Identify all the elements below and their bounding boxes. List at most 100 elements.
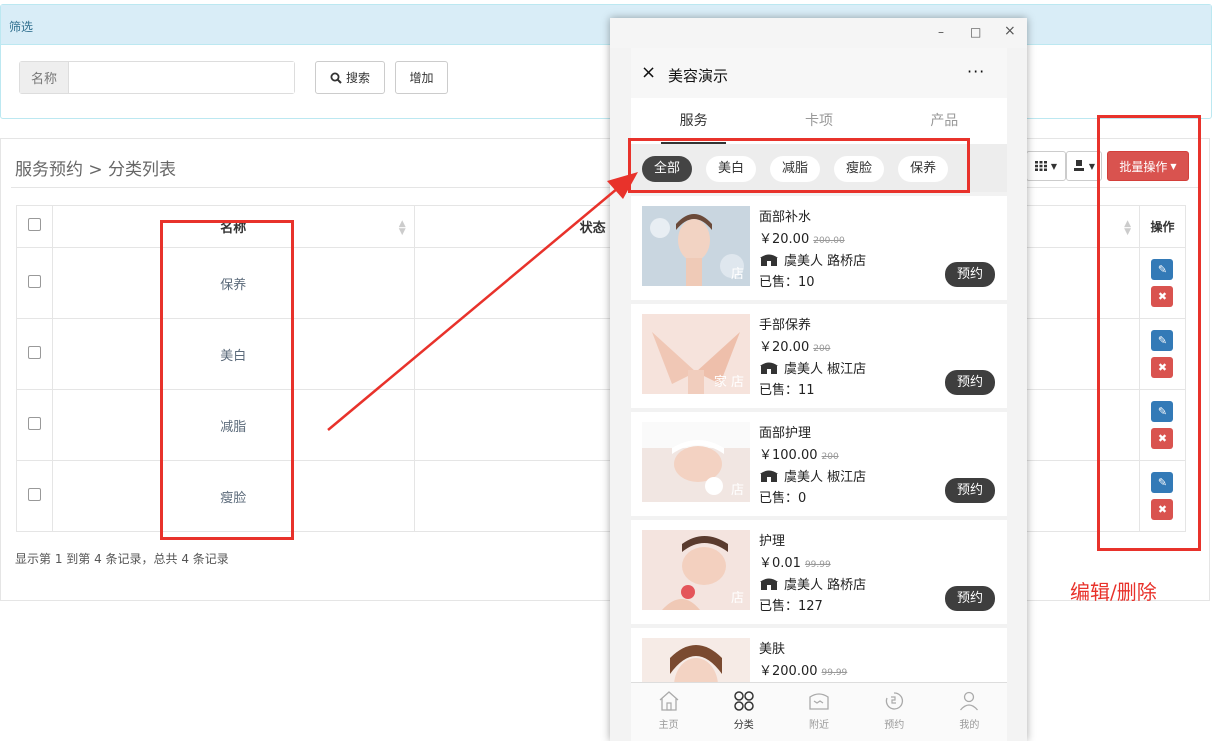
chevron-down-icon: ▼ [1170, 161, 1177, 171]
edit-icon[interactable]: ✎ [1151, 330, 1174, 351]
more-icon[interactable]: ··· [967, 62, 985, 81]
search-icon [330, 72, 342, 84]
export-button[interactable]: ▼ [1066, 151, 1102, 181]
row-name: 保养 [51, 247, 415, 319]
window-maximize-button[interactable]: □ [970, 25, 981, 39]
name-filter-group: 名称 [19, 61, 295, 94]
tab-services[interactable]: 服务 [631, 98, 756, 144]
delete-icon[interactable]: ✖ [1151, 357, 1174, 378]
window-minimize-button[interactable]: – [938, 25, 944, 39]
category-chip-all[interactable]: 全部 [642, 156, 693, 182]
edit-icon[interactable]: ✎ [1151, 472, 1174, 493]
service-name: 面部护理 [759, 426, 812, 441]
edit-icon[interactable]: ✎ [1151, 401, 1174, 422]
row-name: 瘦脸 [51, 460, 415, 532]
book-button[interactable]: 预约 [945, 478, 995, 503]
list-panel: 服务预约 > 分类列表 ▼ ▼ 批量操作 ▼ 名称 ▲ ▼ 状态 ▲ ▼ 操作 … [0, 138, 1210, 601]
miniprogram-navbar: × 美容演示 ··· [631, 48, 1007, 98]
column-header-operation: 操作 [1138, 205, 1187, 248]
service-card[interactable]: 店 面部补水 ￥20.00 200.00 虞美人 路桥店 已售：10 预约 [631, 196, 1007, 300]
select-all-checkbox[interactable] [27, 218, 41, 231]
tab-products[interactable]: 产品 [882, 98, 1007, 144]
service-sold: 已售：0 [759, 491, 807, 506]
original-price: 200 [813, 344, 831, 354]
bottom-tabbar: 主页 分类 附近 预约 我的 [631, 682, 1007, 741]
batch-operations-label: 批量操作 [1119, 159, 1168, 174]
breadcrumb: 服务预约 > 分类列表 [15, 160, 177, 180]
original-price: 200 [821, 452, 839, 462]
service-shop: 虞美人 路桥店 [759, 574, 866, 593]
add-button[interactable]: 增加 [395, 61, 448, 94]
delete-icon[interactable]: ✖ [1151, 286, 1174, 307]
name-filter-label: 名称 [20, 62, 69, 93]
service-sold: 已售：11 [759, 383, 815, 398]
service-card[interactable]: 店 护理 ￥0.01 99.99 虞美人 路桥店 已售：127 预约 [631, 520, 1007, 624]
service-price: ￥0.01 99.99 [759, 556, 831, 571]
tabbar-home[interactable]: 主页 [631, 683, 706, 741]
tabbar-nearby[interactable]: 附近 [781, 683, 856, 741]
category-chip-fat-reduction[interactable]: 减脂 [770, 156, 821, 182]
chevron-down-icon: ▼ [1088, 161, 1096, 171]
tabbar-profile[interactable]: 我的 [932, 683, 1007, 741]
miniprogram-screen: × 美容演示 ··· 服务 卡项 产品 全部 美白 减脂 瘦脸 保养 店 面部补… [631, 48, 1007, 741]
row-name: 美白 [51, 318, 415, 390]
store-tag: 家 店 [713, 375, 744, 390]
window-close-button[interactable]: × [1004, 23, 1016, 39]
service-sold: 已售：10 [759, 275, 815, 290]
category-chip-face-slimming[interactable]: 瘦脸 [834, 156, 885, 182]
service-image: 店 [642, 422, 750, 502]
service-card[interactable]: 家 店 手部保养 ￥20.00 200 虞美人 椒江店 已售：11 预约 [631, 304, 1007, 408]
miniprogram-title: 美容演示 [668, 67, 729, 85]
miniprogram-tabs: 服务 卡项 产品 [631, 98, 1007, 144]
column-header-extra[interactable]: ▲ ▼ [1013, 205, 1140, 248]
tabbar-category[interactable]: 分类 [706, 683, 781, 741]
service-image: 家 店 [642, 314, 750, 394]
book-button[interactable]: 预约 [945, 262, 995, 287]
grid-icon [1034, 161, 1047, 171]
search-button-label: 搜索 [345, 71, 370, 85]
service-price: ￥20.00 200 [759, 340, 831, 355]
sort-icon: ▲ ▼ [398, 219, 406, 237]
book-button[interactable]: 预约 [945, 370, 995, 395]
column-header-name[interactable]: 名称 ▲ ▼ [51, 205, 415, 248]
tab-cards[interactable]: 卡项 [756, 98, 881, 144]
chevron-down-icon: ▼ [1050, 161, 1058, 171]
batch-operations-button[interactable]: 批量操作 ▼ [1107, 151, 1189, 181]
row-checkbox[interactable] [27, 345, 41, 359]
service-image: 店 [642, 206, 750, 286]
category-chip-care[interactable]: 保养 [898, 156, 949, 182]
delete-icon[interactable]: ✖ [1151, 428, 1174, 449]
filter-body: 名称 搜索 增加 [1, 45, 1211, 119]
sort-icon: ▲ ▼ [1124, 219, 1131, 237]
service-list: 店 面部补水 ￥20.00 200.00 虞美人 路桥店 已售：10 预约 家 … [631, 196, 1007, 736]
original-price: 99.99 [804, 560, 831, 570]
row-checkbox[interactable] [27, 416, 41, 430]
name-filter-input[interactable] [69, 62, 294, 93]
close-icon[interactable]: × [641, 62, 656, 83]
delete-icon[interactable]: ✖ [1151, 499, 1174, 520]
screenshot-root: 筛选 名称 搜索 增加 服务预约 > 分类列表 ▼ ▼ 批量操作 ▼ 名称 ▲ … [0, 0, 1220, 741]
edit-icon[interactable]: ✎ [1151, 259, 1174, 280]
row-checkbox[interactable] [27, 487, 41, 501]
service-name: 手部保养 [759, 318, 812, 333]
original-price: 99.99 [821, 668, 848, 678]
service-price: ￥200.00 99.99 [759, 664, 848, 679]
service-card[interactable]: 店 面部护理 ￥100.00 200 虞美人 椒江店 已售：0 预约 [631, 412, 1007, 516]
row-name: 减脂 [51, 389, 415, 461]
select-all-cell [16, 205, 53, 248]
columns-toggle-button[interactable]: ▼ [1026, 151, 1066, 181]
category-chip-whitening[interactable]: 美白 [706, 156, 757, 182]
store-icon [760, 578, 778, 590]
row-checkbox[interactable] [27, 274, 41, 288]
service-name: 护理 [759, 534, 786, 549]
book-button[interactable]: 预约 [945, 586, 995, 611]
annotation-label: 编辑/删除 [1070, 580, 1157, 604]
simulator-window: – □ × × 美容演示 ··· 服务 卡项 产品 全部 美白 减脂 瘦脸 保养 [610, 18, 1027, 741]
service-price: ￥100.00 200 [759, 448, 839, 463]
search-button[interactable]: 搜索 [315, 61, 385, 94]
store-icon [760, 254, 778, 266]
filter-panel: 筛选 名称 搜索 增加 [0, 4, 1212, 119]
service-sold: 已售：127 [759, 599, 823, 614]
original-price: 200.00 [813, 236, 845, 246]
tabbar-booking[interactable]: 预约 [857, 683, 932, 741]
